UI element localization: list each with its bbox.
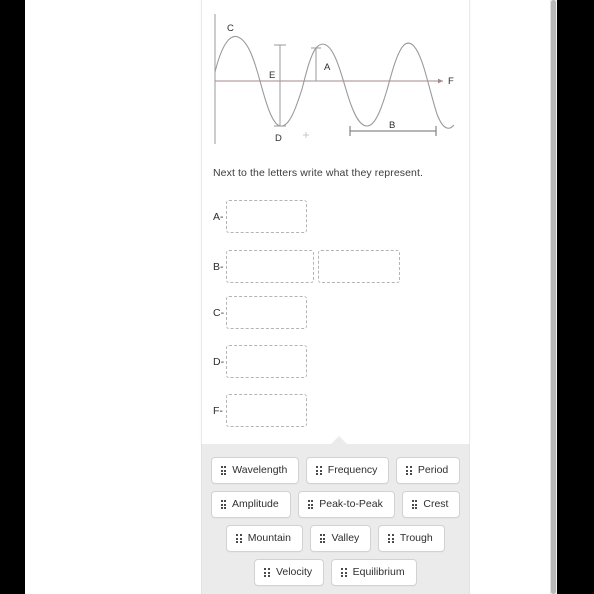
word-chip-label: Equilibrium (352, 566, 405, 578)
word-chip-wavelength[interactable]: Wavelength (210, 457, 300, 484)
drag-handle-icon (316, 466, 322, 475)
word-chip-label: Period (417, 464, 449, 476)
drag-handle-icon (406, 466, 412, 475)
word-chip-label: Frequency (327, 464, 378, 476)
word-bank-row: Amplitude Peak-to-Peak Crest (202, 491, 469, 518)
word-chip-trough[interactable]: Trough (378, 525, 445, 552)
word-chip-label: Crest (423, 498, 449, 510)
figure-label-A: A (324, 62, 331, 73)
drop-slot-B-1[interactable] (226, 250, 314, 283)
drop-slot-A-1[interactable] (226, 200, 307, 233)
wave-diagram: C E A D B F (214, 14, 455, 144)
drop-slot-B-2[interactable] (318, 250, 400, 283)
question-card: C E A D B F Next to the letters write wh… (201, 0, 470, 444)
word-chip-equilibrium[interactable]: Equilibrium (331, 559, 417, 586)
word-chip-label: Mountain (247, 532, 291, 544)
word-bank-row: Wavelength Frequency Period (202, 457, 469, 484)
word-bank-caret-icon (330, 436, 348, 445)
prompt-text: Next to the letters write what they repr… (213, 167, 424, 179)
word-bank-panel: Wavelength Frequency Period Amplitude Pe… (201, 436, 470, 594)
figure-label-D: D (275, 133, 282, 144)
word-chip-peak-to-peak[interactable]: Peak-to-Peak (297, 491, 395, 518)
word-chip-velocity[interactable]: Velocity (254, 559, 325, 586)
word-bank-row: Mountain Valley Trough (202, 525, 469, 552)
answer-letter-A: A- (213, 210, 224, 223)
drag-handle-icon (307, 500, 314, 509)
drag-handle-icon (236, 534, 242, 543)
answer-row-F: F- (213, 394, 307, 427)
word-chip-label: Velocity (275, 566, 313, 578)
figure-label-F: F (448, 76, 454, 87)
word-chip-amplitude[interactable]: Amplitude (210, 491, 291, 518)
word-chip-period[interactable]: Period (396, 457, 461, 484)
axis-arrow-icon (438, 78, 443, 84)
word-chip-label: Peak-to-Peak (319, 498, 383, 510)
answer-letter-C: C- (213, 306, 225, 319)
answer-row-C: C- (213, 296, 307, 329)
drag-handle-icon (264, 568, 270, 577)
drop-slot-F-1[interactable] (226, 394, 307, 427)
answer-letter-F: F- (213, 404, 223, 417)
drag-handle-icon (220, 500, 227, 509)
wave-curve (214, 35, 455, 129)
answer-letter-D: D- (213, 355, 225, 368)
drag-handle-icon (220, 466, 227, 475)
figure-label-B: B (389, 120, 395, 131)
figure-label-C: C (227, 23, 234, 34)
word-chip-label: Wavelength (232, 464, 288, 476)
answer-row-D: D- (213, 345, 307, 378)
answer-letter-B: B- (213, 260, 224, 273)
word-bank-row: Velocity Equilibrium (202, 559, 469, 586)
drag-handle-icon (341, 568, 347, 577)
word-chip-label: Amplitude (232, 498, 279, 510)
word-chip-frequency[interactable]: Frequency (306, 457, 390, 484)
word-chip-valley[interactable]: Valley (309, 525, 372, 552)
figure-label-E: E (269, 70, 275, 81)
screenshot-root: C E A D B F Next to the letters write wh… (0, 0, 594, 594)
word-chip-mountain[interactable]: Mountain (226, 525, 303, 552)
word-chip-crest[interactable]: Crest (401, 491, 461, 518)
drop-slot-D-1[interactable] (226, 345, 307, 378)
drag-handle-icon (388, 534, 394, 543)
page-canvas: C E A D B F Next to the letters write wh… (25, 0, 550, 594)
drag-handle-icon (319, 534, 326, 543)
page-scrollbar-thumb[interactable] (551, 0, 556, 594)
word-chip-label: Trough (399, 532, 433, 544)
answer-row-A: A- (213, 200, 307, 233)
drag-handle-icon (411, 500, 418, 509)
drop-slot-C-1[interactable] (226, 296, 307, 329)
answer-row-B: B- (213, 250, 400, 283)
word-chip-label: Valley (331, 532, 360, 544)
